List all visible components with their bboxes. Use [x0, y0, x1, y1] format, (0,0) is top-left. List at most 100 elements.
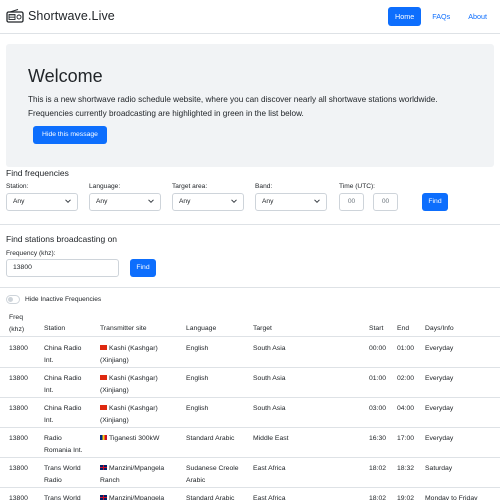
- find-frequencies-title: Find frequencies: [6, 168, 69, 178]
- radio-icon: [6, 9, 24, 23]
- romania-flag-icon: [100, 435, 107, 440]
- cell-days-info: Everyday: [425, 405, 454, 412]
- table-row[interactable]: 13800 China Radio Int. Kashi (Kashgar) (Xinj…: [0, 368, 500, 398]
- language-select[interactable]: Any: [89, 193, 161, 211]
- cell-language: Sudanese Creole Arabic: [186, 465, 239, 484]
- table-row[interactable]: 13800 China Radio Int. Kashi (Kashgar) (Xinj…: [0, 398, 500, 428]
- header-language: Language: [186, 325, 217, 332]
- target-area-select-value: Any: [179, 198, 191, 205]
- cell-station: Trans World: [44, 495, 81, 500]
- china-flag-icon: [100, 405, 107, 410]
- cell-target: Middle East: [253, 435, 289, 442]
- cell-end: 02:00: [397, 375, 415, 382]
- hide-inactive-toggle[interactable]: [6, 295, 20, 304]
- chevron-down-icon: [65, 199, 71, 204]
- cell-days-info: Everyday: [425, 345, 454, 352]
- chevron-down-icon: [231, 199, 237, 204]
- cell-language: Standard Arabic: [186, 495, 235, 500]
- cell-freq: 13800: [9, 435, 28, 442]
- nav-about[interactable]: About: [461, 7, 494, 26]
- section-divider: [0, 224, 500, 225]
- cell-target: East Africa: [253, 465, 286, 472]
- target-area-label: Target area:: [172, 183, 208, 190]
- hide-inactive-label: Hide Inactive Frequencies: [25, 296, 102, 303]
- uk-flag-icon: [100, 495, 107, 500]
- cell-freq: 13800: [9, 345, 28, 352]
- time-minute-input[interactable]: 00: [373, 193, 398, 211]
- table-row[interactable]: 13800 Radio Romania Int. Tiganesti 300kW Sta…: [0, 428, 500, 458]
- brand[interactable]: Shortwave.Live: [6, 7, 115, 25]
- cell-start: 16:30: [369, 435, 387, 442]
- cell-transmitter-site: Manzini/Mpangela Ranch: [100, 465, 165, 484]
- cell-transmitter-site: Manzini/Mpangela: [100, 493, 164, 500]
- welcome-title: Welcome: [28, 66, 103, 86]
- station-select[interactable]: Any: [6, 193, 78, 211]
- band-label: Band:: [255, 183, 273, 190]
- cell-freq: 13800: [9, 375, 28, 382]
- cell-transmitter-site: Kashi (Kashgar) (Xinjiang): [100, 405, 158, 424]
- time-utc-label: Time (UTC):: [339, 183, 376, 190]
- cell-target: East Africa: [253, 495, 286, 500]
- table-row[interactable]: 13800 Trans World Radio Manzini/Mpangela Ran…: [0, 458, 500, 488]
- chevron-down-icon: [148, 199, 154, 204]
- welcome-text: This is a new shortwave radio schedule w…: [28, 95, 438, 118]
- frequency-input[interactable]: 13800: [6, 259, 119, 277]
- cell-target: South Asia: [253, 345, 286, 352]
- cell-days-info: Everyday: [425, 435, 454, 442]
- cell-start: 18:02: [369, 495, 387, 500]
- table-header: Freq (khz) Station Transmitter site Lang…: [0, 310, 500, 337]
- station-select-value: Any: [13, 198, 25, 205]
- station-label: Station:: [6, 183, 29, 190]
- find-stations-title: Find stations broadcasting on: [6, 234, 118, 244]
- time-hour-input[interactable]: 00: [339, 193, 364, 211]
- cell-station: Radio Romania Int.: [44, 435, 83, 454]
- header-transmitter-site: Transmitter site: [100, 325, 147, 332]
- nav-menu: Home FAQs About: [388, 7, 494, 26]
- header-end: End: [397, 325, 410, 332]
- header-days-info: Days/Info: [425, 325, 454, 332]
- table-row[interactable]: 13800 China Radio Int. Kashi (Kashgar) (Xinj…: [0, 338, 500, 368]
- table-row[interactable]: 13800 Trans World Manzini/Mpangela Standard…: [0, 488, 500, 500]
- section-divider: [0, 287, 500, 288]
- cell-end: 19:02: [397, 495, 415, 500]
- cell-language: English: [186, 375, 209, 382]
- cell-start: 01:00: [369, 375, 387, 382]
- hide-message-button[interactable]: Hide this message: [33, 126, 107, 144]
- cell-days-info: Monday to Friday: [425, 495, 478, 500]
- cell-end: 04:00: [397, 405, 415, 412]
- nav-home[interactable]: Home: [388, 7, 422, 26]
- target-area-select[interactable]: Any: [172, 193, 244, 211]
- toggle-knob: [8, 297, 13, 302]
- cell-freq: 13800: [9, 465, 28, 472]
- band-select[interactable]: Any: [255, 193, 327, 211]
- cell-target: South Asia: [253, 375, 286, 382]
- cell-days-info: Saturday: [425, 465, 453, 472]
- cell-start: 00:00: [369, 345, 387, 352]
- cell-freq: 13800: [9, 405, 28, 412]
- cell-days-info: Everyday: [425, 375, 454, 382]
- cell-language: Standard Arabic: [186, 435, 235, 442]
- frequency-label: Frequency (khz):: [6, 250, 56, 257]
- cell-end: 17:00: [397, 435, 415, 442]
- welcome-panel: Welcome This is a new shortwave radio sc…: [6, 44, 494, 167]
- header-station: Station: [44, 325, 66, 332]
- cell-station: China Radio Int.: [44, 375, 82, 394]
- chevron-down-icon: [314, 199, 320, 204]
- cell-start: 18:02: [369, 465, 387, 472]
- cell-transmitter-site: Kashi (Kashgar) (Xinjiang): [100, 345, 158, 364]
- cell-target: South Asia: [253, 405, 286, 412]
- cell-language: English: [186, 345, 209, 352]
- uk-flag-icon: [100, 465, 107, 470]
- cell-station: China Radio Int.: [44, 405, 82, 424]
- china-flag-icon: [100, 375, 107, 380]
- cell-transmitter-site: Kashi (Kashgar) (Xinjiang): [100, 375, 158, 394]
- header-start: Start: [369, 325, 384, 332]
- find-frequencies-button[interactable]: Find: [422, 193, 448, 211]
- navbar: Shortwave.Live Home FAQs About: [0, 0, 500, 34]
- nav-faqs[interactable]: FAQs: [425, 7, 457, 26]
- cell-station: Trans World Radio: [44, 465, 81, 484]
- brand-name: Shortwave.Live: [28, 9, 115, 23]
- find-stations-button[interactable]: Find: [130, 259, 156, 277]
- cell-end: 01:00: [397, 345, 415, 352]
- language-label: Language:: [89, 183, 121, 190]
